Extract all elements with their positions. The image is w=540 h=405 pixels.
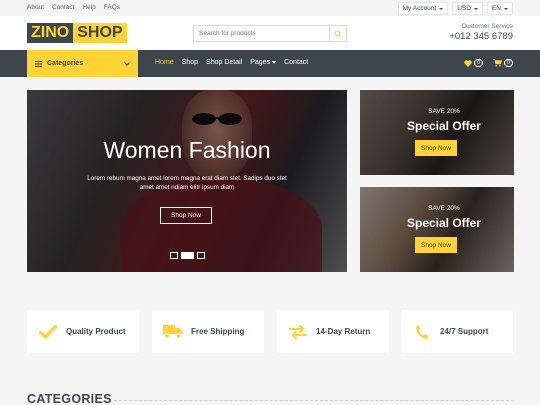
offer-shop-now-button[interactable]: Shop Now: [415, 237, 457, 253]
top-dropdowns: My Account USD EN: [397, 2, 513, 15]
chevron-down-icon: [272, 61, 277, 64]
nav-menu: Home Shop Shop Detail Pages Contact: [155, 59, 308, 66]
hero-title: Women Fashion: [103, 137, 271, 163]
phone-icon: [412, 322, 432, 342]
faqs-link[interactable]: FAQs: [104, 4, 120, 11]
carousel-dot[interactable]: [197, 252, 205, 259]
offer-save-text: SAVE 20%: [428, 108, 460, 115]
offer-card: SAVE 20% Special Offer Shop Now: [360, 187, 514, 272]
nav-icons: 0 0: [464, 59, 513, 67]
cart-count: 0: [504, 59, 513, 67]
hero-shop-now-button[interactable]: Shop Now: [160, 207, 212, 224]
service-phone: +012 345 6789: [449, 31, 513, 42]
cart-icon: [493, 59, 502, 67]
wishlist-button[interactable]: 0: [464, 59, 483, 67]
search-bar: [193, 25, 347, 42]
offer-save-text: SAVE 20%: [428, 205, 460, 212]
logo-part-1: ZINO: [27, 23, 74, 43]
language-label: EN: [491, 5, 501, 12]
top-links: About Contact Help FAQs: [27, 4, 120, 11]
heart-icon: [464, 59, 472, 67]
chevron-down-icon: [473, 7, 478, 10]
header: ZINO SHOP Customer Service +012 345 6789: [0, 16, 540, 50]
feature-quality: Quality Product: [27, 310, 139, 353]
carousel-dot[interactable]: [170, 252, 178, 259]
offer-shop-now-button[interactable]: Shop Now: [415, 140, 457, 156]
chevron-down-icon: [124, 61, 130, 66]
nav-shop[interactable]: Shop: [182, 59, 198, 66]
service-label: Customer Service: [461, 23, 513, 30]
search-button[interactable]: [329, 26, 346, 41]
currency-dropdown[interactable]: USD: [452, 2, 483, 15]
hero-carousel[interactable]: Women Fashion Lorem rebum magna amet lor…: [27, 90, 347, 272]
offer-card: SAVE 20% Special Offer Shop Now: [360, 90, 514, 175]
account-label: My Account: [402, 5, 437, 12]
categories-dropdown[interactable]: Categories: [27, 50, 138, 77]
help-link[interactable]: Help: [82, 4, 95, 11]
feature-label: Free Shipping: [191, 327, 245, 336]
language-dropdown[interactable]: EN: [486, 2, 513, 15]
nav-home[interactable]: Home: [155, 59, 174, 66]
feature-label: 14-Day Return: [316, 327, 371, 336]
chevron-down-icon: [439, 7, 444, 10]
offer-title: Special Offer: [406, 216, 482, 230]
section-divider: [114, 400, 514, 401]
feature-return: 14-Day Return: [277, 310, 389, 353]
feature-label: Quality Product: [66, 327, 126, 336]
chevron-down-icon: [504, 7, 508, 10]
logo[interactable]: ZINO SHOP: [27, 23, 127, 43]
nav-pages-label: Pages: [250, 59, 271, 66]
search-input[interactable]: [194, 26, 329, 41]
nav-contact[interactable]: Contact: [284, 59, 308, 66]
logo-part-2: SHOP: [73, 23, 127, 43]
feature-support: 24/7 Support: [401, 310, 513, 353]
main-nav: Categories Home Shop Shop Detail Pages C…: [0, 50, 540, 77]
account-dropdown[interactable]: My Account: [397, 2, 449, 15]
hero-text: Lorem rebum magna amet lorem magna erat …: [87, 175, 287, 191]
search-icon: [334, 29, 342, 38]
categories-label: Categories: [47, 60, 84, 67]
feature-shipping: Free Shipping: [152, 310, 264, 353]
exchange-icon: [288, 322, 308, 342]
categories-section-title: CATEGORIES: [27, 392, 112, 405]
nav-pages[interactable]: Pages: [250, 59, 277, 66]
carousel-dot-active[interactable]: [181, 252, 194, 259]
currency-label: USD: [457, 5, 471, 12]
about-link[interactable]: About: [27, 4, 44, 11]
top-bar: About Contact Help FAQs My Account USD E…: [0, 0, 540, 16]
carousel-indicators: [170, 252, 205, 259]
truck-icon: [163, 322, 183, 342]
wishlist-count: 0: [474, 59, 483, 67]
contact-link[interactable]: Contact: [52, 4, 74, 11]
cart-button[interactable]: 0: [493, 59, 513, 67]
menu-icon: [35, 60, 42, 67]
offer-title: Special Offer: [406, 119, 482, 133]
nav-shop-detail[interactable]: Shop Detail: [206, 59, 242, 66]
customer-service: Customer Service +012 345 6789: [449, 23, 513, 42]
check-icon: [38, 322, 58, 342]
feature-label: 24/7 Support: [440, 327, 489, 336]
